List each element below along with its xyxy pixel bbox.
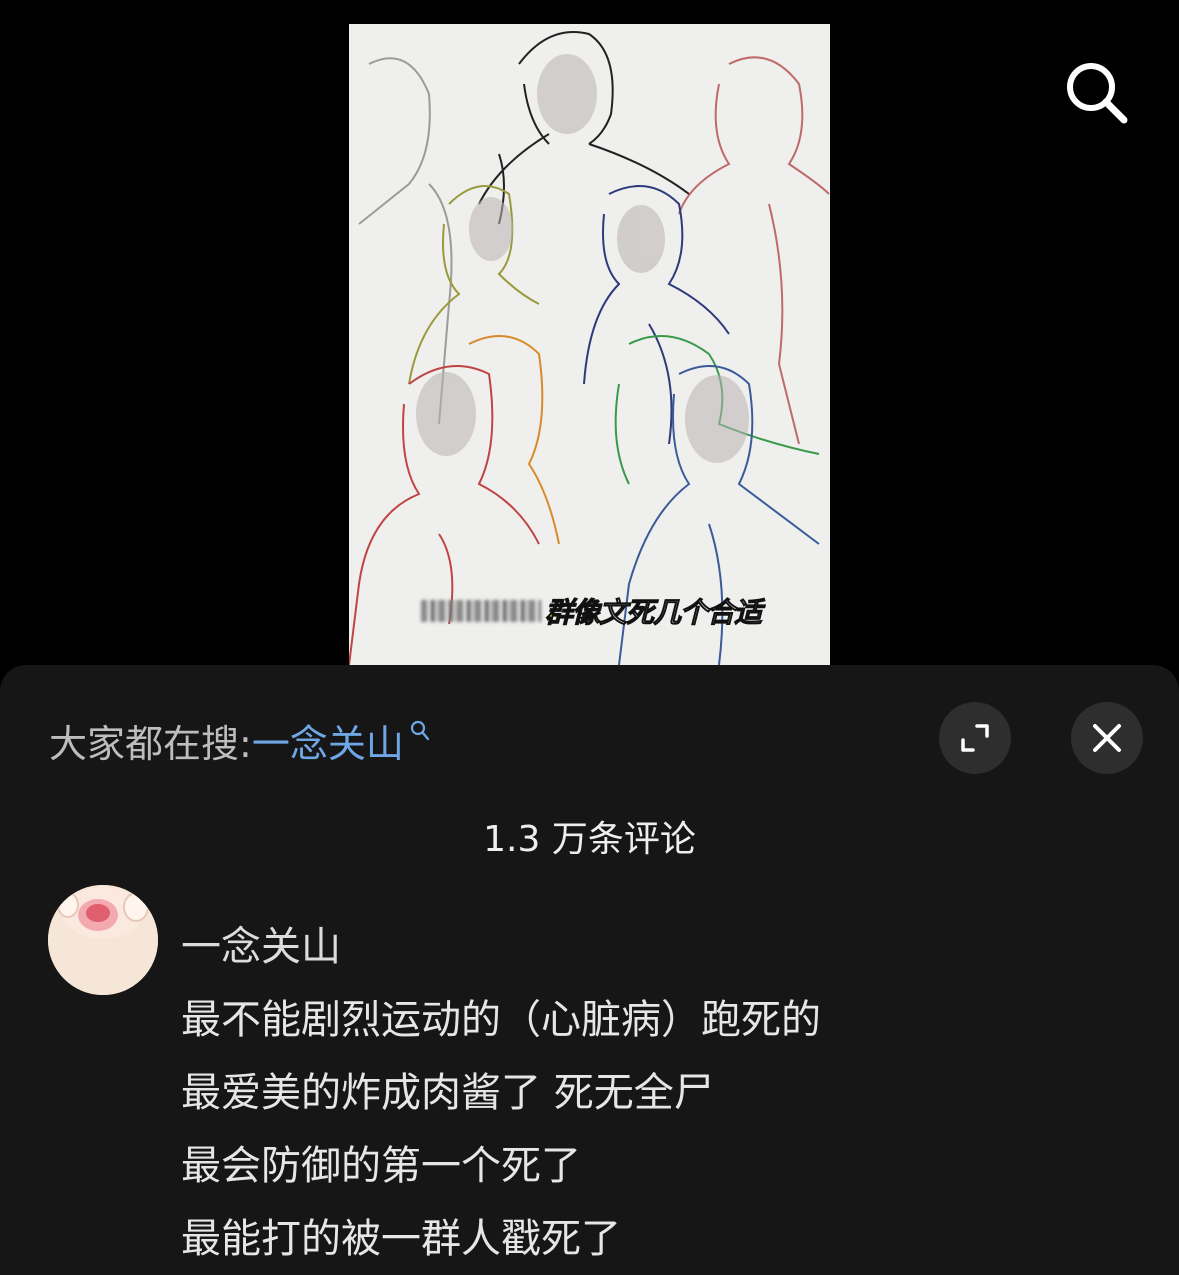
comment-item[interactable]: 一念关山 最不能剧烈运动的（心脏病）跑死的 最爱美的炸成肉酱了 死无全尸 最会防… (181, 911, 821, 1275)
trending-search: 大家都在搜: 一念关山 (49, 712, 430, 768)
video-sketch-image (349, 24, 830, 665)
search-icon (1067, 63, 1128, 124)
close-icon (1093, 724, 1121, 752)
trending-query-link[interactable]: 一念关山 (252, 713, 430, 768)
comment-line: 最会防御的第一个死了 (181, 1143, 581, 1189)
trending-query-text: 一念关山 (251, 721, 404, 766)
trending-prefix: 大家都在搜: (49, 721, 252, 766)
expand-icon (961, 724, 989, 752)
video-caption: 群像 文死几个合适 (421, 591, 763, 631)
caption-text: 文死几个合适 (599, 596, 763, 630)
small-search-icon (410, 720, 430, 741)
expand-button[interactable] (939, 702, 1011, 774)
screen: 群像 文死几个合适 大家都在搜: 一念关山 1.3 万条评论 一念关山 最不能剧… (0, 0, 1179, 1275)
caption-highlight: 群像 (544, 596, 600, 630)
comment-line: 最不能剧烈运动的（心脏病）跑死的 (181, 997, 821, 1043)
video-player[interactable]: 群像 文死几个合适 (349, 24, 830, 665)
comment-username[interactable]: 一念关山 (181, 911, 821, 984)
avatar-image (48, 885, 158, 995)
comment-line: 最爱美的炸成肉酱了 死无全尸 (181, 1070, 714, 1116)
comment-count: 1.3 万条评论 (483, 819, 696, 860)
search-button[interactable] (1060, 56, 1132, 128)
blurred-caption-text (421, 600, 541, 622)
avatar[interactable] (48, 885, 158, 995)
comment-line: 最能打的被一群人戳死了 (181, 1216, 621, 1262)
close-button[interactable] (1071, 702, 1143, 774)
comment-sheet: 大家都在搜: 一念关山 1.3 万条评论 一念关山 最不能剧烈运动的（心脏病）跑… (0, 665, 1179, 1275)
